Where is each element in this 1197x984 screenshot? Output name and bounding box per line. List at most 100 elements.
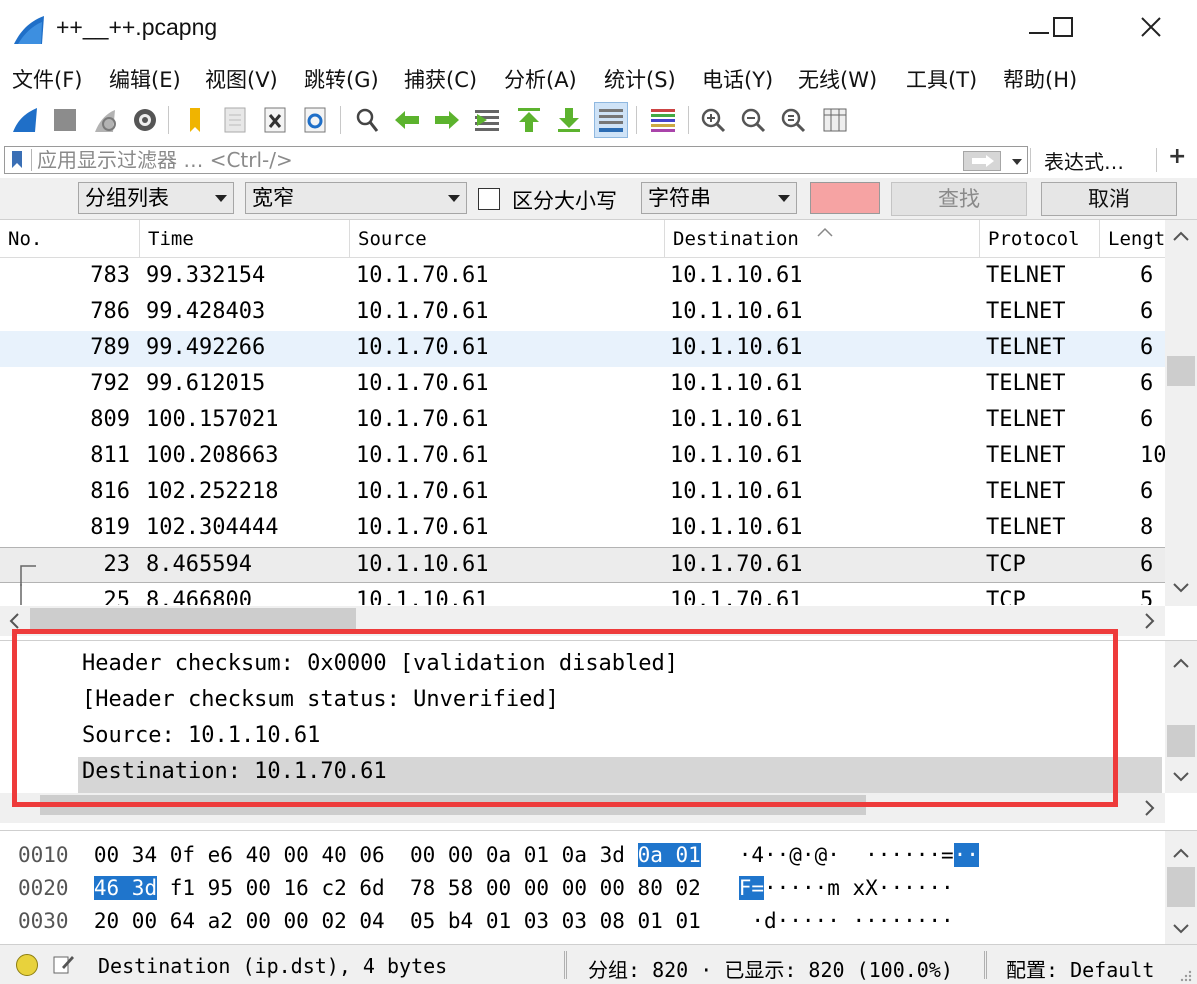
capture-options-icon[interactable] (128, 102, 162, 138)
packet-no: 786 (90, 299, 130, 324)
zoom-out-icon[interactable] (736, 102, 770, 138)
go-back-icon[interactable] (390, 102, 424, 138)
packet-list-vscrollbar[interactable] (1165, 220, 1197, 606)
menu-view[interactable]: 视图(V) (205, 64, 278, 94)
restart-capture-icon[interactable] (88, 102, 122, 138)
apply-filter-button[interactable] (963, 151, 1001, 171)
zoom-normal-icon[interactable] (776, 102, 810, 138)
case-sensitive-checkbox[interactable] (478, 188, 500, 210)
filter-history-dropdown[interactable] (1008, 151, 1026, 171)
packet-row-selected[interactable]: 23 8.465594 10.1.10.61 10.1.70.61 TCP 6 (0, 547, 1165, 586)
menu-statistics[interactable]: 统计(S) (604, 64, 676, 94)
packet-length: 6 (1140, 552, 1154, 577)
search-type-select[interactable]: 字符串 (641, 182, 797, 214)
packet-row[interactable]: 783 99.332154 10.1.70.61 10.1.10.61 TELN… (0, 259, 1165, 295)
packet-row[interactable]: 792 99.612015 10.1.70.61 10.1.10.61 TELN… (0, 367, 1165, 403)
go-to-packet-icon[interactable] (470, 102, 504, 138)
chevron-up-icon[interactable] (1172, 655, 1190, 673)
char-width-select[interactable]: 宽窄 (245, 182, 467, 214)
detail-line-selected[interactable]: Destination: 10.1.70.61 (82, 759, 387, 784)
reload-file-icon[interactable] (298, 102, 332, 138)
colorize-icon[interactable] (646, 102, 680, 138)
bytes-vscrollbar[interactable] (1165, 831, 1197, 945)
chevron-right-icon[interactable] (1140, 799, 1158, 817)
packet-list-rows: 783 99.332154 10.1.70.61 10.1.10.61 TELN… (0, 259, 1165, 605)
expert-info-icon[interactable] (16, 954, 38, 976)
column-header-time[interactable]: Time (140, 220, 350, 258)
packet-row[interactable]: 816 102.252218 10.1.70.61 10.1.10.61 TEL… (0, 475, 1165, 511)
scroll-thumb[interactable] (30, 608, 356, 632)
column-header-length[interactable]: Lengt (1100, 220, 1165, 258)
chevron-right-icon[interactable] (1140, 612, 1158, 630)
go-forward-icon[interactable] (430, 102, 464, 138)
detail-line[interactable]: Header checksum: 0x0000 [validation disa… (82, 651, 678, 676)
packet-row[interactable]: 809 100.157021 10.1.70.61 10.1.10.61 TEL… (0, 403, 1165, 439)
details-vscrollbar[interactable] (1165, 641, 1197, 793)
packet-time: 99.332154 (146, 263, 266, 288)
search-in-select[interactable]: 分组列表 (78, 182, 234, 214)
scroll-thumb[interactable] (1167, 867, 1195, 907)
detail-line[interactable]: [Header checksum status: Unverified] (82, 687, 559, 712)
go-last-icon[interactable] (552, 102, 586, 138)
chevron-up-icon[interactable] (1172, 845, 1190, 863)
scroll-thumb[interactable] (40, 795, 866, 815)
chevron-down-icon[interactable] (1172, 767, 1190, 785)
add-filter-button[interactable]: + (1168, 144, 1186, 169)
close-window-button[interactable] (1128, 8, 1174, 50)
menu-analyze[interactable]: 分析(A) (504, 64, 577, 94)
hex-row[interactable]: 0010 00 34 0f e6 40 00 40 06 00 00 0a 01… (18, 843, 979, 867)
packet-time: 102.304444 (146, 515, 279, 540)
column-header-protocol[interactable]: Protocol (980, 220, 1100, 258)
capture-comment-icon[interactable] (52, 953, 74, 975)
packet-row[interactable]: 819 102.304444 10.1.70.61 10.1.10.61 TEL… (0, 511, 1165, 547)
menu-capture[interactable]: 捕获(C) (404, 64, 477, 94)
column-header-source[interactable]: Source (350, 220, 665, 258)
save-file-icon[interactable] (218, 102, 252, 138)
display-filter-input[interactable] (37, 147, 937, 173)
start-capture-icon[interactable] (8, 102, 42, 138)
status-profile[interactable]: 配置: Default (1006, 954, 1166, 983)
find-packet-icon[interactable] (350, 102, 384, 138)
chevron-down-icon[interactable] (1172, 919, 1190, 937)
go-first-icon[interactable] (512, 102, 546, 138)
resize-grip-icon[interactable] (1179, 968, 1193, 982)
expression-button[interactable]: 表达式… (1044, 146, 1124, 175)
stop-capture-icon[interactable] (48, 102, 82, 138)
hex-ascii-highlighted: ·· (953, 843, 979, 867)
menu-telephony[interactable]: 电话(Y) (702, 64, 773, 94)
chevron-left-icon[interactable] (6, 612, 24, 630)
maximize-button[interactable] (1040, 8, 1086, 50)
zoom-in-icon[interactable] (696, 102, 730, 138)
packet-row-related[interactable]: 789 99.492266 10.1.70.61 10.1.10.61 TELN… (0, 331, 1165, 367)
packet-list-hscrollbar[interactable] (0, 606, 1165, 636)
close-file-icon[interactable] (258, 102, 292, 138)
find-text-input[interactable] (810, 182, 880, 214)
detail-line[interactable]: Source: 10.1.10.61 (82, 723, 320, 748)
chevron-up-icon[interactable] (1172, 228, 1190, 246)
hex-row[interactable]: 0030 20 00 64 a2 00 00 02 04 05 b4 01 03… (18, 909, 954, 933)
chevron-down-icon[interactable] (1172, 578, 1190, 596)
hex-row[interactable]: 0020 46 3d f1 95 00 16 c2 6d 78 58 00 00… (18, 876, 954, 900)
menu-help[interactable]: 帮助(H) (1003, 64, 1077, 94)
details-hscrollbar[interactable] (0, 793, 1165, 823)
packet-row[interactable]: 786 99.428403 10.1.70.61 10.1.10.61 TELN… (0, 295, 1165, 331)
autoscroll-icon[interactable] (594, 102, 628, 138)
column-header-no[interactable]: No. (0, 220, 140, 258)
menu-wireless[interactable]: 无线(W) (798, 64, 877, 94)
scroll-thumb[interactable] (1167, 356, 1195, 386)
menu-file[interactable]: 文件(F) (12, 64, 82, 94)
packet-time: 99.612015 (146, 371, 266, 396)
menu-edit[interactable]: 编辑(E) (109, 64, 181, 94)
packet-length: 10 (1140, 443, 1165, 468)
scroll-thumb[interactable] (1167, 725, 1195, 757)
menu-tools[interactable]: 工具(T) (906, 64, 977, 94)
menu-go[interactable]: 跳转(G) (304, 64, 379, 94)
find-button[interactable]: 查找 (891, 182, 1027, 216)
cancel-button[interactable]: 取消 (1041, 182, 1177, 216)
packet-row[interactable]: 25 8.466800 10.1.10.61 10.1.70.61 TCP 5 (0, 584, 1165, 605)
bookmark-icon[interactable] (11, 151, 23, 169)
packet-row[interactable]: 811 100.208663 10.1.70.61 10.1.10.61 TEL… (0, 439, 1165, 475)
resize-columns-icon[interactable] (818, 102, 852, 138)
packet-protocol: TCP (986, 552, 1026, 577)
open-file-icon[interactable] (178, 102, 212, 138)
